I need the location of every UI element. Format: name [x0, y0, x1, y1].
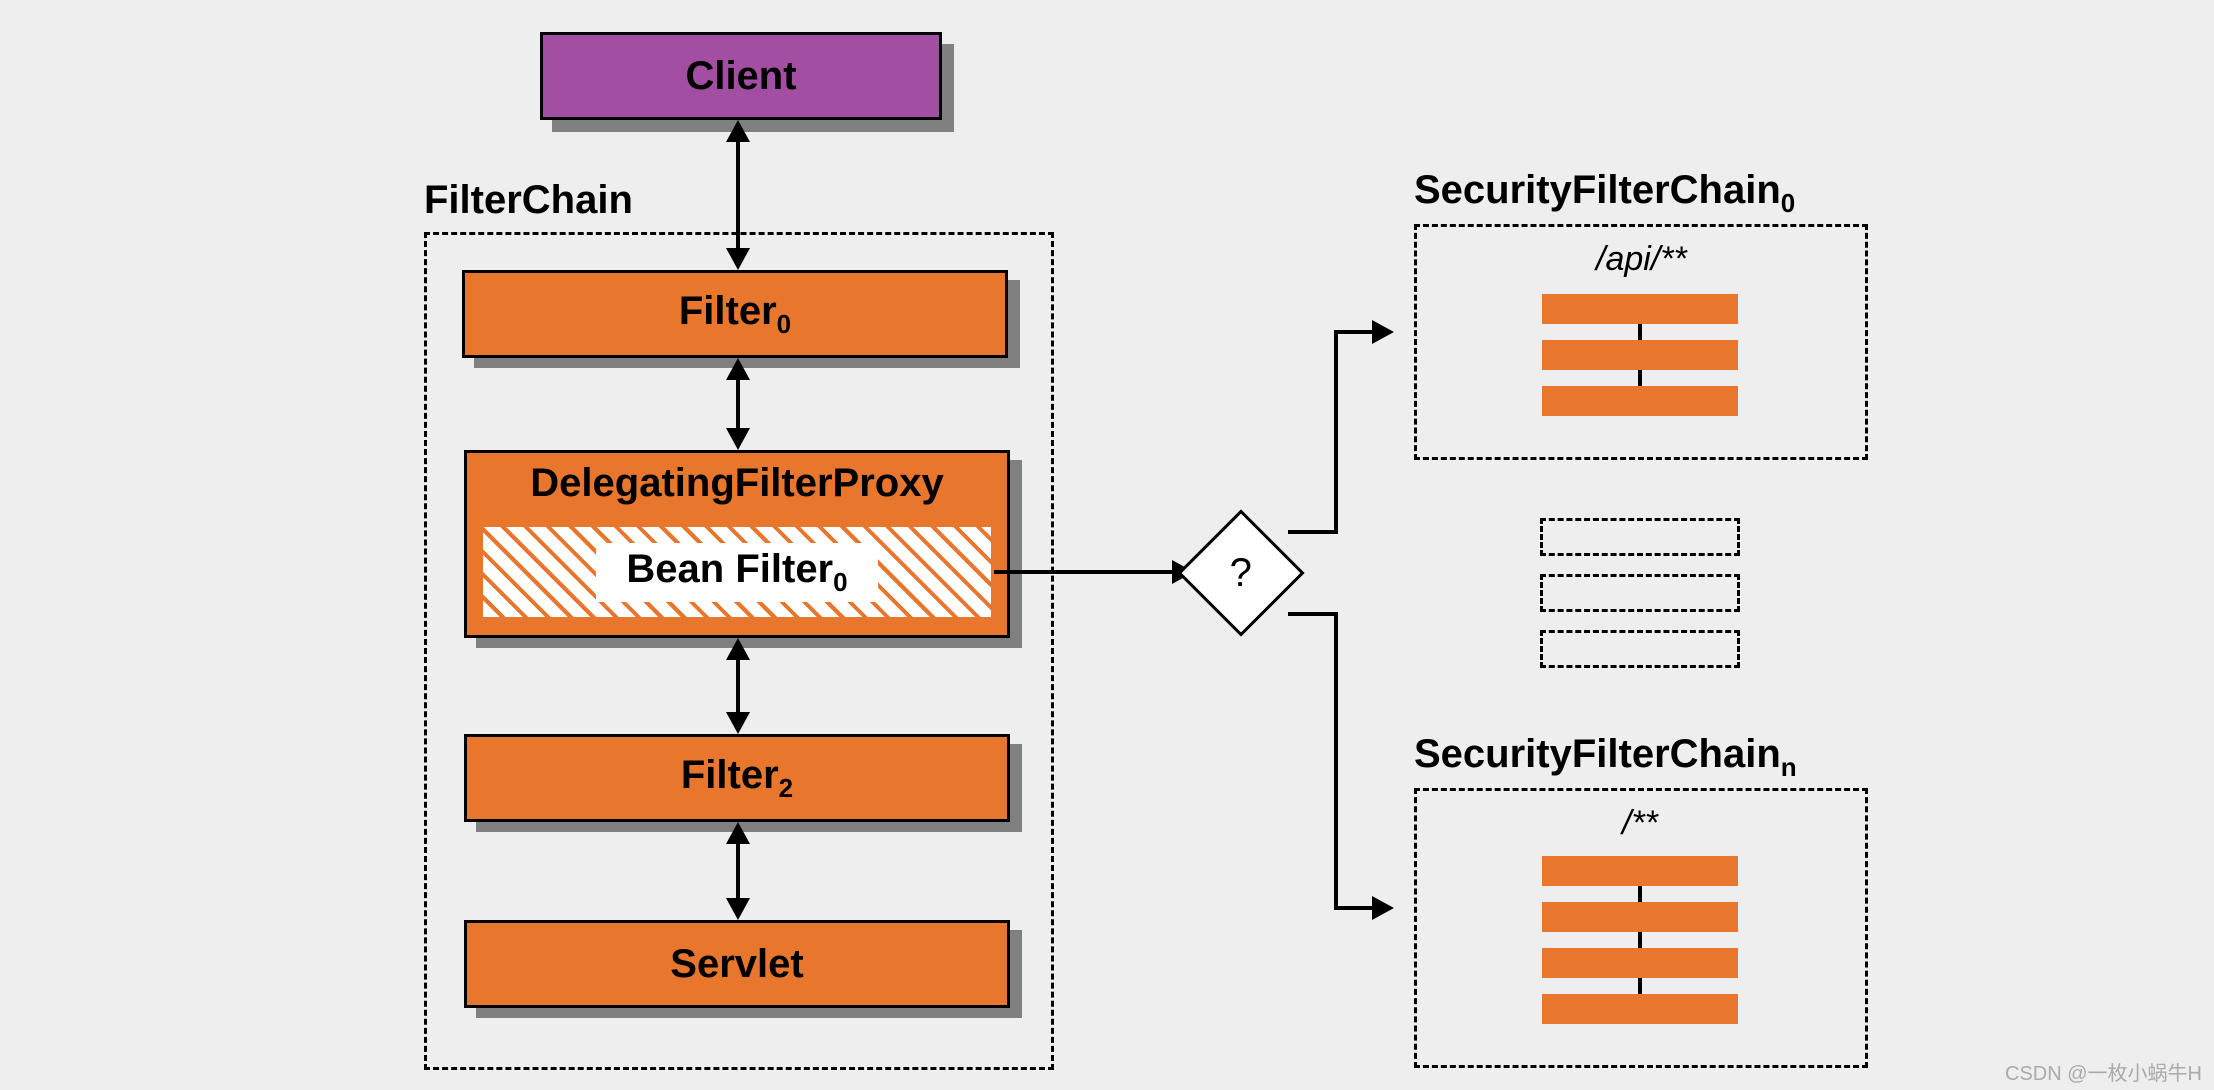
arrow-decision-sfcn [1288, 612, 1398, 952]
decision-label: ? [1230, 551, 1252, 596]
filter2-label: Filter2 [681, 753, 793, 804]
dfp-label: DelegatingFilterProxy [479, 461, 995, 506]
sfcn-bar-1 [1542, 856, 1738, 886]
sfcn-bar-3 [1542, 948, 1738, 978]
arrow-filter2-servlet [726, 822, 750, 920]
dashed-slot-1 [1540, 518, 1740, 556]
sfcn-link-23 [1638, 932, 1642, 948]
client-box: Client [540, 32, 942, 120]
sfcn-bar-4 [1542, 994, 1738, 1024]
arrow-decision-sfc0 [1288, 330, 1398, 580]
sfc0-link-23 [1638, 370, 1642, 386]
arrow-filter0-dfp [726, 358, 750, 450]
sfcn-label: SecurityFilterChainn [1414, 732, 1797, 783]
sfcn-pattern: /** [1622, 804, 1658, 843]
servlet-box: Servlet [464, 920, 1010, 1008]
arrow-bean-decision [994, 560, 1194, 584]
filter0-label: Filter0 [679, 289, 791, 340]
filterchain-label: FilterChain [424, 178, 633, 223]
sfc0-label: SecurityFilterChain0 [1414, 168, 1795, 219]
sfc0-bar-1 [1542, 294, 1738, 324]
decision-diamond: ? [1177, 509, 1304, 636]
servlet-label: Servlet [670, 942, 803, 987]
dashed-slot-2 [1540, 574, 1740, 612]
sfcn-bar-2 [1542, 902, 1738, 932]
sfc0-bar-3 [1542, 386, 1738, 416]
sfcn-link-34 [1638, 978, 1642, 994]
diagram-canvas: Client FilterChain Filter0 DelegatingFil… [0, 0, 2214, 1090]
filter2-box: Filter2 [464, 734, 1010, 822]
sfc0-bar-2 [1542, 340, 1738, 370]
client-label: Client [685, 54, 796, 99]
sfc0-link-12 [1638, 324, 1642, 340]
sfc0-pattern: /api/** [1596, 240, 1687, 279]
watermark: CSDN @一枚小蜗牛H [2005, 1057, 2202, 1086]
filter0-box: Filter0 [462, 270, 1008, 358]
dashed-slot-3 [1540, 630, 1740, 668]
sfcn-link-12 [1638, 886, 1642, 902]
arrow-dfp-filter2 [726, 638, 750, 734]
bean-filter-label: Bean Filter0 [596, 543, 877, 602]
bean-filter-box: Bean Filter0 [480, 524, 994, 620]
arrow-client-filter0 [726, 120, 750, 270]
